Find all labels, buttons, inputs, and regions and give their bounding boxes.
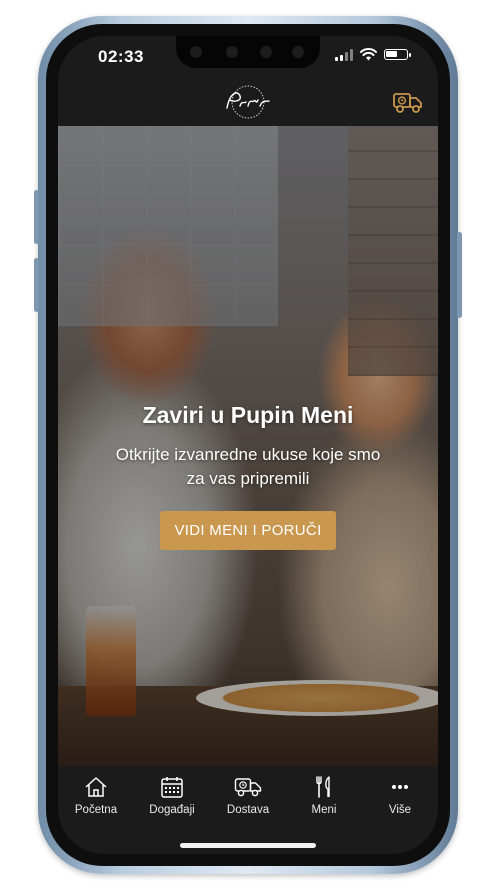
- status-time: 02:33: [98, 47, 144, 66]
- tab-delivery-label: Dostava: [226, 804, 270, 816]
- power-button: [457, 232, 462, 318]
- status-bar: 02:33: [58, 36, 438, 80]
- hero-title: Zaviri u Pupin Meni: [142, 402, 354, 428]
- sensor: [260, 46, 272, 58]
- cellular-signal-icon: [335, 48, 353, 61]
- wifi-icon: [360, 48, 377, 61]
- tab-menu-label: Meni: [311, 804, 337, 816]
- app-screen: 02:33 Zaviri u Pupin Meni Otkrijte izvan…: [58, 36, 438, 854]
- status-icons: [335, 48, 411, 61]
- battery-icon: [384, 49, 411, 60]
- home-indicator: [180, 843, 316, 848]
- tab-events[interactable]: Događaji: [134, 776, 210, 816]
- tab-more[interactable]: Više: [362, 776, 438, 816]
- delivery-truck-icon[interactable]: [392, 88, 424, 116]
- more-dots-icon: [392, 785, 408, 789]
- bottom-tab-bar: Početna Događaji Dostava Meni Više: [58, 766, 438, 854]
- volume-down-button: [34, 258, 39, 312]
- sensor: [292, 46, 304, 58]
- front-camera: [190, 46, 202, 58]
- pupin-logo: [226, 85, 270, 119]
- tab-menu[interactable]: Meni: [286, 776, 362, 816]
- tab-home[interactable]: Početna: [58, 776, 134, 816]
- volume-up-button: [34, 190, 39, 244]
- tab-delivery[interactable]: Dostava: [210, 776, 286, 816]
- delivery-truck-icon: [234, 778, 262, 797]
- fork-knife-icon: [316, 776, 330, 798]
- calendar-icon: [161, 777, 183, 798]
- app-header: [58, 80, 438, 126]
- hero-subtitle: Otkrijte izvanredne ukuse koje smo za va…: [115, 445, 381, 488]
- view-menu-order-button[interactable]: VIDI MENI I PORUČI: [160, 511, 336, 550]
- home-icon: [85, 777, 107, 797]
- tab-home-label: Početna: [74, 804, 118, 816]
- sensor: [226, 46, 238, 58]
- hero-content: Zaviri u Pupin Meni Otkrijte izvanredne …: [58, 402, 438, 550]
- tab-events-label: Događaji: [149, 804, 195, 816]
- hero-banner: Zaviri u Pupin Meni Otkrijte izvanredne …: [58, 126, 438, 766]
- notch: [176, 36, 320, 68]
- tab-more-label: Više: [388, 804, 412, 816]
